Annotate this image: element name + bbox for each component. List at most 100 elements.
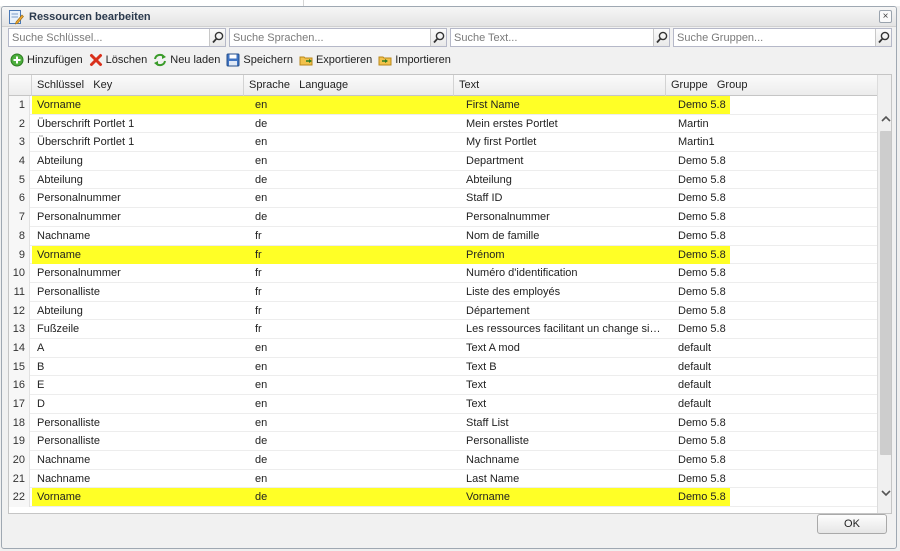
cell-key[interactable]: Fußzeile [37, 320, 237, 338]
cell-language[interactable]: de [255, 115, 445, 133]
vertical-scrollbar[interactable] [877, 75, 891, 513]
header-language[interactable]: Sprache Language [244, 75, 454, 96]
export-button[interactable]: Exportieren [297, 51, 376, 69]
search-group-input[interactable] [674, 29, 873, 46]
table-row[interactable]: 19 Personalliste de Personalliste Demo 5.8 [9, 432, 877, 452]
cell-text[interactable]: First Name [466, 96, 666, 114]
cell-group[interactable]: Demo 5.8 [678, 302, 868, 320]
cell-language[interactable]: en [255, 470, 445, 488]
cell-language[interactable]: fr [255, 320, 445, 338]
cell-group[interactable]: Demo 5.8 [678, 171, 868, 189]
cell-text[interactable]: Abteilung [466, 171, 666, 189]
table-row[interactable]: 2 Überschrift Portlet 1 de Mein erstes Port… [9, 114, 877, 134]
cell-text[interactable]: Numéro d'identification [466, 264, 666, 282]
cell-key[interactable]: Überschrift Portlet 1 [37, 115, 237, 133]
cell-key[interactable]: A [37, 339, 237, 357]
table-row[interactable]: 18 Personalliste en Staff List Demo 5.8 [9, 413, 877, 433]
cell-key[interactable]: Personalliste [37, 414, 237, 432]
cell-key[interactable]: Personalnummer [37, 189, 237, 207]
scroll-down-icon[interactable] [880, 487, 891, 499]
cell-text[interactable]: Staff List [466, 414, 666, 432]
cell-language[interactable]: de [255, 432, 445, 450]
cell-language[interactable]: en [255, 339, 445, 357]
cell-text[interactable]: Staff ID [466, 189, 666, 207]
table-row[interactable]: 11 Personalliste fr Liste des employés Demo … [9, 282, 877, 302]
table-row[interactable]: 21 Nachname en Last Name Demo 5.8 [9, 469, 877, 489]
cell-group[interactable]: Demo 5.8 [678, 152, 868, 170]
cell-language[interactable]: de [255, 171, 445, 189]
search-group-button[interactable] [875, 29, 891, 46]
search-language-button[interactable] [430, 29, 446, 46]
cell-group[interactable]: Demo 5.8 [678, 264, 868, 282]
cell-text[interactable]: Liste des employés [466, 283, 666, 301]
cell-text[interactable]: Department [466, 152, 666, 170]
cell-key[interactable]: Vorname [37, 246, 237, 264]
cell-group[interactable]: Demo 5.8 [678, 283, 868, 301]
cell-group[interactable]: Demo 5.8 [678, 96, 868, 114]
cell-language[interactable]: de [255, 488, 445, 506]
cell-group[interactable]: default [678, 395, 868, 413]
cell-text[interactable]: Text B [466, 358, 666, 376]
search-key-button[interactable] [209, 29, 225, 46]
cell-language[interactable]: fr [255, 227, 445, 245]
cell-text[interactable]: My first Portlet [466, 133, 666, 151]
cell-text[interactable]: Nom de famille [466, 227, 666, 245]
table-row[interactable]: 20 Nachname de Nachname Demo 5.8 [9, 451, 877, 470]
cell-text[interactable]: Personalliste [466, 432, 666, 450]
cell-key[interactable]: Personalliste [37, 283, 237, 301]
scroll-up-icon[interactable] [880, 113, 891, 125]
cell-language[interactable]: fr [255, 246, 445, 264]
cell-language[interactable]: en [255, 395, 445, 413]
table-row[interactable]: 8 Nachname fr Nom de famille Demo 5.8 [9, 226, 877, 246]
table-row[interactable]: 22 Vorname de Vorname Demo 5.8 [9, 488, 877, 508]
table-row[interactable]: 5 Abteilung de Abteilung Demo 5.8 [9, 170, 877, 190]
cell-text[interactable]: Les ressources facilitant un change simp… [466, 320, 666, 338]
cell-text[interactable]: Text A mod [466, 339, 666, 357]
cell-key[interactable]: Vorname [37, 488, 237, 506]
cell-key[interactable]: E [37, 376, 237, 394]
cell-key[interactable]: Personalliste [37, 432, 237, 450]
cell-text[interactable]: Personalnummer [466, 208, 666, 226]
cell-language[interactable]: fr [255, 302, 445, 320]
scrollbar-thumb[interactable] [880, 131, 891, 455]
add-button[interactable]: Hinzufügen [8, 51, 87, 69]
table-row[interactable]: 13 Fußzeile fr Les ressources facilitant un… [9, 320, 877, 339]
header-group[interactable]: Gruppe Group [666, 75, 877, 96]
cell-key[interactable]: Nachname [37, 451, 237, 469]
cell-group[interactable]: Demo 5.8 [678, 470, 868, 488]
cell-language[interactable]: fr [255, 283, 445, 301]
cell-key[interactable]: D [37, 395, 237, 413]
cell-group[interactable]: default [678, 358, 868, 376]
header-text[interactable]: Text [454, 75, 666, 96]
table-row[interactable]: 7 Personalnummer de Personalnummer Demo 5.8 [9, 208, 877, 227]
table-row[interactable]: 6 Personalnummer en Staff ID Demo 5.8 [9, 189, 877, 209]
cell-key[interactable]: Abteilung [37, 171, 237, 189]
cell-language[interactable]: en [255, 376, 445, 394]
header-key[interactable]: Schlüssel Key [32, 75, 244, 96]
reload-button[interactable]: Neu laden [151, 51, 224, 69]
table-row[interactable]: 14 Aen Text A mod default [9, 338, 877, 358]
cell-key[interactable]: Personalnummer [37, 208, 237, 226]
cell-text[interactable]: Text [466, 376, 666, 394]
cell-text[interactable]: Nachname [466, 451, 666, 469]
close-button[interactable]: × [879, 10, 892, 23]
cell-text[interactable]: Département [466, 302, 666, 320]
cell-language[interactable]: en [255, 414, 445, 432]
cell-language[interactable]: en [255, 152, 445, 170]
import-button[interactable]: Importieren [376, 51, 455, 69]
cell-language[interactable]: de [255, 208, 445, 226]
cell-group[interactable]: Demo 5.8 [678, 451, 868, 469]
cell-group[interactable]: Demo 5.8 [678, 246, 868, 264]
search-key-input[interactable] [9, 29, 207, 46]
cell-language[interactable]: de [255, 451, 445, 469]
save-button[interactable]: Speichern [224, 51, 297, 69]
cell-text[interactable]: Mein erstes Portlet [466, 115, 666, 133]
cell-text[interactable]: Text [466, 395, 666, 413]
cell-text[interactable]: Prénom [466, 246, 666, 264]
cell-group[interactable]: Demo 5.8 [678, 432, 868, 450]
cell-language[interactable]: en [255, 358, 445, 376]
cell-language[interactable]: fr [255, 264, 445, 282]
table-row[interactable]: 15 Ben Text B default [9, 357, 877, 377]
cell-text[interactable]: Last Name [466, 470, 666, 488]
cell-group[interactable]: default [678, 376, 868, 394]
